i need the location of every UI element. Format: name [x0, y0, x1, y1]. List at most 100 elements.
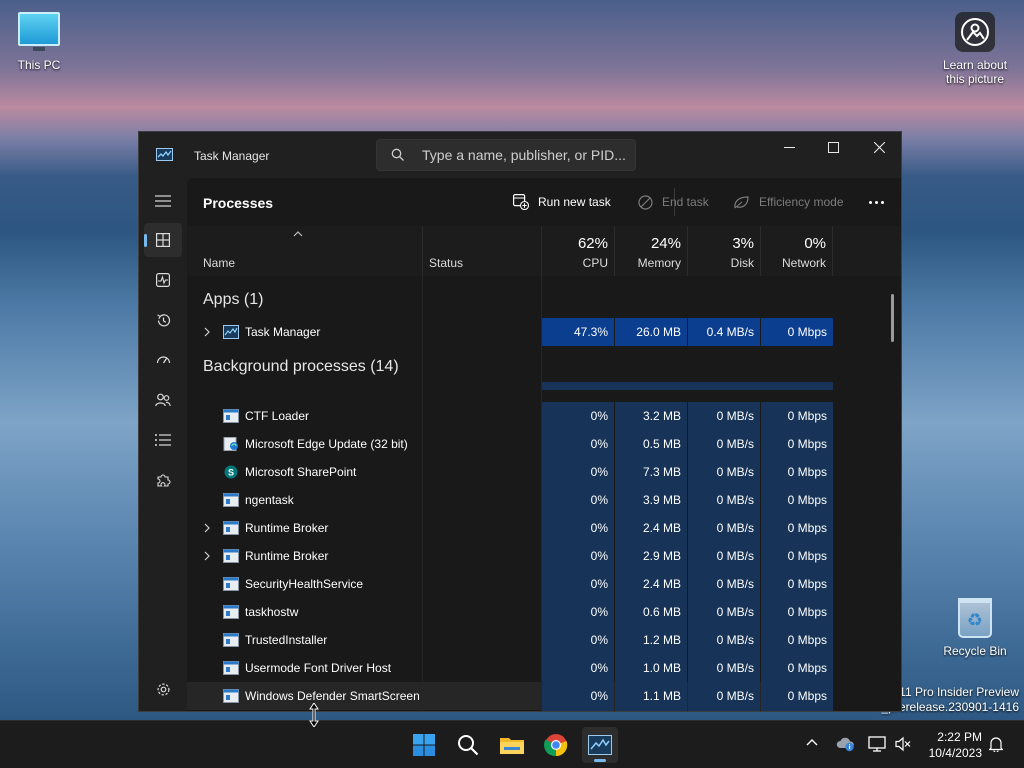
window-title: Task Manager	[194, 149, 270, 163]
onedrive-tray-icon[interactable]	[836, 736, 856, 752]
group-title-background: Background processes (14)	[203, 358, 399, 375]
nav-menu-toggle[interactable]	[144, 184, 182, 218]
table-row[interactable]: Windows Widgets 0%1.3 MB0 MB/s0 Mbps	[187, 710, 833, 711]
memory-value: 1.2 MB	[615, 626, 687, 654]
processes-page: Processes Run new task End task Efficien…	[187, 178, 901, 711]
users-icon	[155, 393, 171, 407]
column-header-memory[interactable]: 24% Memory	[615, 226, 688, 276]
search-box[interactable]	[376, 139, 636, 171]
memory-value: 2.4 MB	[615, 514, 687, 542]
end-task-button[interactable]: End task	[638, 191, 709, 213]
hamburger-icon	[155, 195, 171, 207]
taskbar-file-explorer[interactable]	[494, 727, 530, 763]
column-header-network[interactable]: 0% Network	[761, 226, 833, 276]
efficiency-mode-button[interactable]: Efficiency mode	[733, 191, 844, 213]
memory-value: 2.4 MB	[615, 570, 687, 598]
network-value: 0 Mbps	[761, 402, 833, 430]
group-header-apps[interactable]: Apps (1)	[187, 286, 833, 314]
end-task-label: End task	[662, 195, 709, 209]
nav-users[interactable]	[144, 383, 182, 417]
recycle-bin-icon: ♻	[958, 598, 992, 638]
start-button[interactable]	[406, 727, 442, 763]
chevron-right-icon[interactable]	[204, 327, 210, 337]
table-row[interactable]: Runtime Broker 0% 2.9 MB 0 MB/s 0 Mbps	[187, 542, 833, 570]
more-dot-icon	[880, 200, 884, 204]
table-row[interactable]: Windows Defender SmartScreen 0% 1.1 MB 0 MB…	[187, 682, 833, 710]
network-tray-icon[interactable]	[868, 736, 886, 752]
nav-startup-apps[interactable]	[144, 343, 182, 377]
processes-icon	[156, 233, 170, 247]
memory-value: 1.1 MB	[615, 682, 687, 710]
process-window-icon	[223, 605, 239, 619]
more-options-button[interactable]	[863, 188, 889, 216]
column-cpu-label: CPU	[582, 256, 608, 270]
table-row[interactable]: CTF Loader 0% 3.2 MB 0 MB/s 0 Mbps	[187, 402, 833, 430]
desktop-icon-this-pc[interactable]: This PC	[10, 12, 68, 72]
search-input[interactable]	[422, 147, 632, 163]
column-header-cpu[interactable]: 62% CPU	[542, 226, 615, 276]
cpu-value: 0%	[542, 542, 614, 570]
network-value: 0 Mbps	[761, 682, 833, 710]
cpu-value: 0%	[542, 598, 614, 626]
maximize-button[interactable]	[810, 132, 856, 162]
folder-icon	[500, 738, 524, 754]
nav-performance[interactable]	[144, 263, 182, 297]
table-row[interactable]: Runtime Broker 0% 2.4 MB 0 MB/s 0 Mbps	[187, 514, 833, 542]
column-header-name[interactable]: Name	[187, 226, 423, 276]
nav-processes[interactable]	[144, 223, 182, 257]
table-row[interactable]: Usermode Font Driver Host 0% 1.0 MB 0 MB/s 0…	[187, 654, 833, 682]
vertical-scrollbar-thumb[interactable]	[891, 294, 894, 342]
desktop-icon-recycle-bin[interactable]: ♻ Recycle Bin	[938, 598, 1012, 658]
network-value: 0 Mbps	[761, 626, 833, 654]
taskbar-chrome[interactable]	[538, 727, 574, 763]
column-status-label: Status	[429, 256, 464, 270]
table-row[interactable]: ngentask 0% 3.9 MB 0 MB/s 0 Mbps	[187, 486, 833, 514]
table-row[interactable]: TrustedInstaller 0% 1.2 MB 0 MB/s 0 Mbps	[187, 626, 833, 654]
task-manager-icon	[223, 325, 239, 339]
nav-details[interactable]	[144, 423, 182, 457]
cloud-info-icon	[836, 737, 854, 752]
volume-tray-icon[interactable]	[895, 736, 911, 752]
clock-time: 2:22 PM	[937, 730, 982, 744]
title-bar[interactable]: Task Manager	[139, 132, 901, 178]
memory-value: 1.0 MB	[615, 654, 687, 682]
cpu-value: 0%	[542, 514, 614, 542]
table-row[interactable]: Task Manager 47.3% 26.0 MB 0.4 MB/s 0 Mb…	[187, 318, 833, 346]
table-row[interactable]: SecurityHealthService 0% 2.4 MB 0 MB/s 0 Mbp…	[187, 570, 833, 598]
task-manager-icon	[588, 735, 612, 755]
desktop-icon-learn-about-picture[interactable]: Learn about this picture	[938, 12, 1012, 86]
memory-value: 2.9 MB	[615, 542, 687, 570]
process-window-icon	[223, 577, 239, 591]
disk-value: 0 MB/s	[688, 710, 760, 711]
run-new-task-button[interactable]: Run new task	[513, 191, 611, 213]
minimize-icon	[783, 146, 795, 148]
taskbar-task-manager[interactable]	[582, 727, 618, 763]
table-row[interactable]: S Microsoft SharePoint 0% 7.3 MB 0 MB/s 0 Mbp…	[187, 458, 833, 486]
speaker-muted-icon	[895, 736, 911, 752]
cpu-value: 0%	[542, 654, 614, 682]
taskbar-clock[interactable]: 2:22 PM 10/4/2023	[920, 729, 982, 761]
notifications-button[interactable]	[989, 736, 1003, 752]
chevron-right-icon[interactable]	[204, 523, 210, 533]
svg-text:S: S	[228, 468, 234, 478]
show-hidden-icons-button[interactable]	[806, 738, 818, 746]
process-window-icon	[223, 689, 239, 703]
network-total-percent: 0%	[804, 235, 826, 252]
nav-services[interactable]	[144, 463, 182, 497]
windows-logo-icon	[413, 734, 435, 756]
chevron-right-icon[interactable]	[204, 551, 210, 561]
close-button[interactable]	[856, 132, 901, 162]
minimize-button[interactable]	[766, 132, 812, 162]
column-header-disk[interactable]: 3% Disk	[688, 226, 761, 276]
nav-app-history[interactable]	[144, 303, 182, 337]
taskbar-search-button[interactable]	[450, 727, 486, 763]
column-disk-label: Disk	[730, 256, 754, 270]
network-value: 0 Mbps	[761, 710, 833, 711]
column-header-status[interactable]: Status	[423, 226, 542, 276]
table-row[interactable]: Microsoft Edge Update (32 bit) 0% 0.5 MB 0 …	[187, 430, 833, 458]
process-name: Microsoft Edge Update (32 bit)	[245, 437, 408, 451]
cpu-total-percent: 62%	[577, 235, 608, 252]
group-header-background[interactable]: Background processes (14)	[187, 350, 833, 390]
table-row[interactable]: taskhostw 0% 0.6 MB 0 MB/s 0 Mbps	[187, 598, 833, 626]
nav-settings[interactable]	[144, 672, 182, 706]
